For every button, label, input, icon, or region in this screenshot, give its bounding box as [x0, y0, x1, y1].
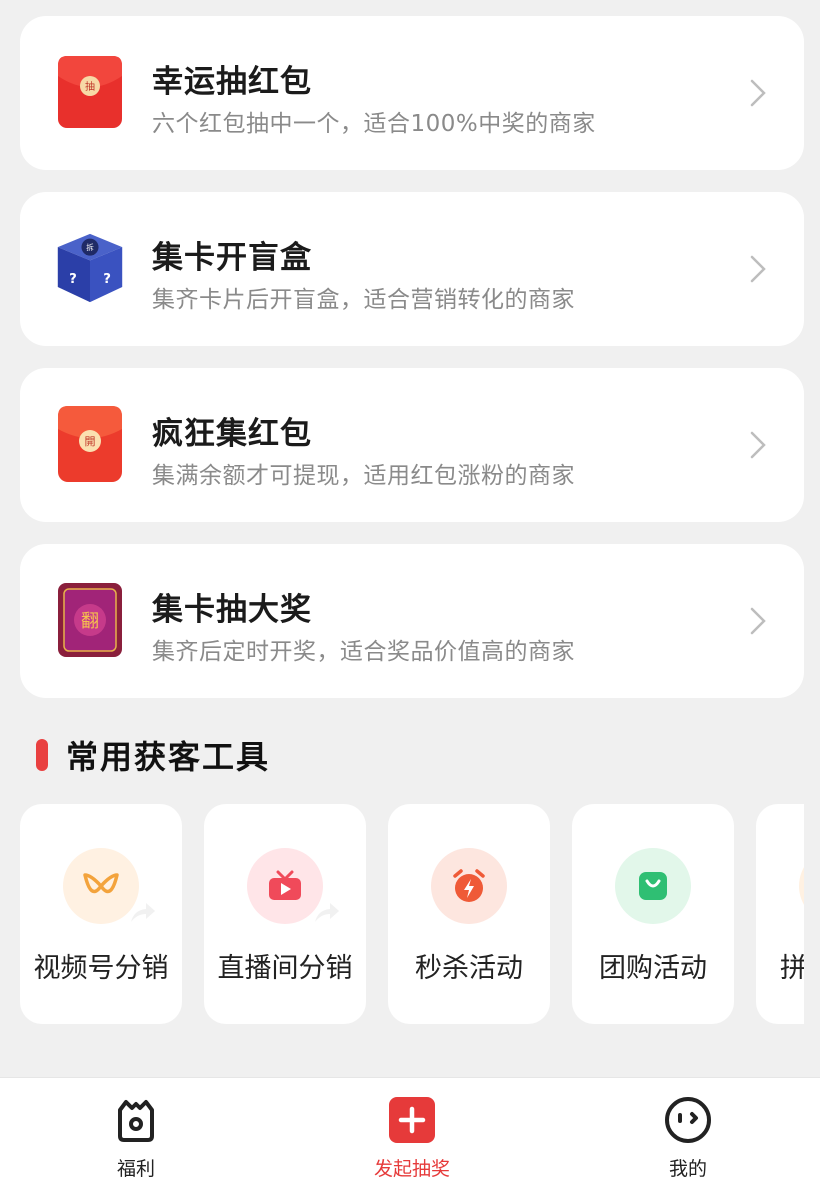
tab-mine[interactable]: 我的 — [588, 1078, 788, 1178]
tool-group-buy[interactable]: 团购活动 — [572, 804, 734, 1024]
activity-card-lucky-red-envelope[interactable]: 抽 幸运抽红包 六个红包抽中一个，适合100%中奖的商家 — [20, 16, 804, 170]
tab-welfare[interactable]: 福利 — [36, 1078, 236, 1178]
card-title: 幸运抽红包 — [152, 64, 312, 100]
chevron-right-icon — [750, 607, 766, 635]
svg-text:?: ? — [103, 272, 111, 287]
bottom-tab-bar: 福利 发起抽奖 我的 — [0, 1077, 820, 1178]
tool-label: 直播间分销 — [217, 953, 353, 984]
activity-card-list: 抽 幸运抽红包 六个红包抽中一个，适合100%中奖的商家 拆 ? ? 集卡开盲盒… — [20, 16, 804, 720]
tool-label: 视频号分销 — [33, 953, 169, 984]
chevron-right-icon — [750, 79, 766, 107]
flip-card-icon: 翻 — [54, 580, 126, 660]
activity-card-blind-box[interactable]: 拆 ? ? 集卡开盲盒 集齐卡片后开盲盒，适合营销转化的商家 — [20, 192, 804, 346]
activity-card-grand-prize[interactable]: 翻 集卡抽大奖 集齐后定时开奖，适合奖品价值高的商家 — [20, 544, 804, 698]
card-description: 集齐后定时开奖，适合奖品价值高的商家 — [152, 639, 575, 665]
card-title: 集卡开盲盒 — [152, 240, 312, 276]
tool-group-purchase[interactable]: 拼团 — [756, 804, 804, 1024]
box-icon-text: 拆 — [86, 242, 94, 252]
shopping-bag-icon — [615, 848, 691, 924]
tool-label: 拼团 — [780, 953, 804, 984]
group-icon — [799, 848, 804, 924]
tool-flash-sale[interactable]: 秒杀活动 — [388, 804, 550, 1024]
tool-live-room-distribution[interactable]: 直播间分销 — [204, 804, 366, 1024]
face-icon — [665, 1097, 711, 1143]
page: 抽 幸运抽红包 六个红包抽中一个，适合100%中奖的商家 拆 ? ? 集卡开盲盒… — [0, 0, 820, 1178]
tab-label: 我的 — [668, 1158, 707, 1178]
share-arrow-icon — [315, 903, 339, 922]
plus-icon — [389, 1097, 435, 1143]
svg-text:?: ? — [69, 272, 77, 287]
red-envelope-open-icon: 開 — [54, 404, 126, 484]
share-arrow-icon — [131, 903, 155, 922]
section-title: 常用获客工具 — [66, 738, 271, 776]
gift-camera-icon — [118, 1100, 154, 1142]
tool-label: 秒杀活动 — [415, 953, 523, 984]
tab-start-lottery[interactable]: 发起抽奖 — [312, 1078, 512, 1178]
section-header: 常用获客工具 — [36, 734, 270, 776]
section-accent-bar — [36, 739, 48, 771]
card-description: 集齐卡片后开盲盒，适合营销转化的商家 — [152, 287, 575, 313]
card-description: 集满余额才可提现，适用红包涨粉的商家 — [152, 463, 575, 489]
card-title: 集卡抽大奖 — [152, 592, 312, 628]
card-icon-text: 翻 — [81, 611, 99, 632]
activity-card-crazy-red-envelope[interactable]: 開 疯狂集红包 集满余额才可提现，适用红包涨粉的商家 — [20, 368, 804, 522]
chevron-right-icon — [750, 255, 766, 283]
chevron-right-icon — [750, 431, 766, 459]
tab-label: 发起抽奖 — [373, 1158, 450, 1178]
tab-label: 福利 — [116, 1158, 155, 1178]
envelope-icon-text: 抽 — [85, 80, 95, 93]
tool-label: 团购活动 — [599, 953, 707, 984]
envelope-icon-text: 開 — [85, 435, 96, 448]
card-description: 六个红包抽中一个，适合100%中奖的商家 — [152, 111, 596, 137]
red-envelope-icon: 抽 — [54, 52, 126, 132]
blind-box-icon: 拆 ? ? — [54, 228, 126, 308]
card-title: 疯狂集红包 — [152, 416, 312, 452]
tool-video-channel-distribution[interactable]: 视频号分销 — [20, 804, 182, 1024]
tools-carousel[interactable]: 视频号分销 直播间分销 秒杀活动 团购活动 拼团 — [20, 804, 804, 1024]
alarm-clock-icon — [431, 848, 507, 924]
